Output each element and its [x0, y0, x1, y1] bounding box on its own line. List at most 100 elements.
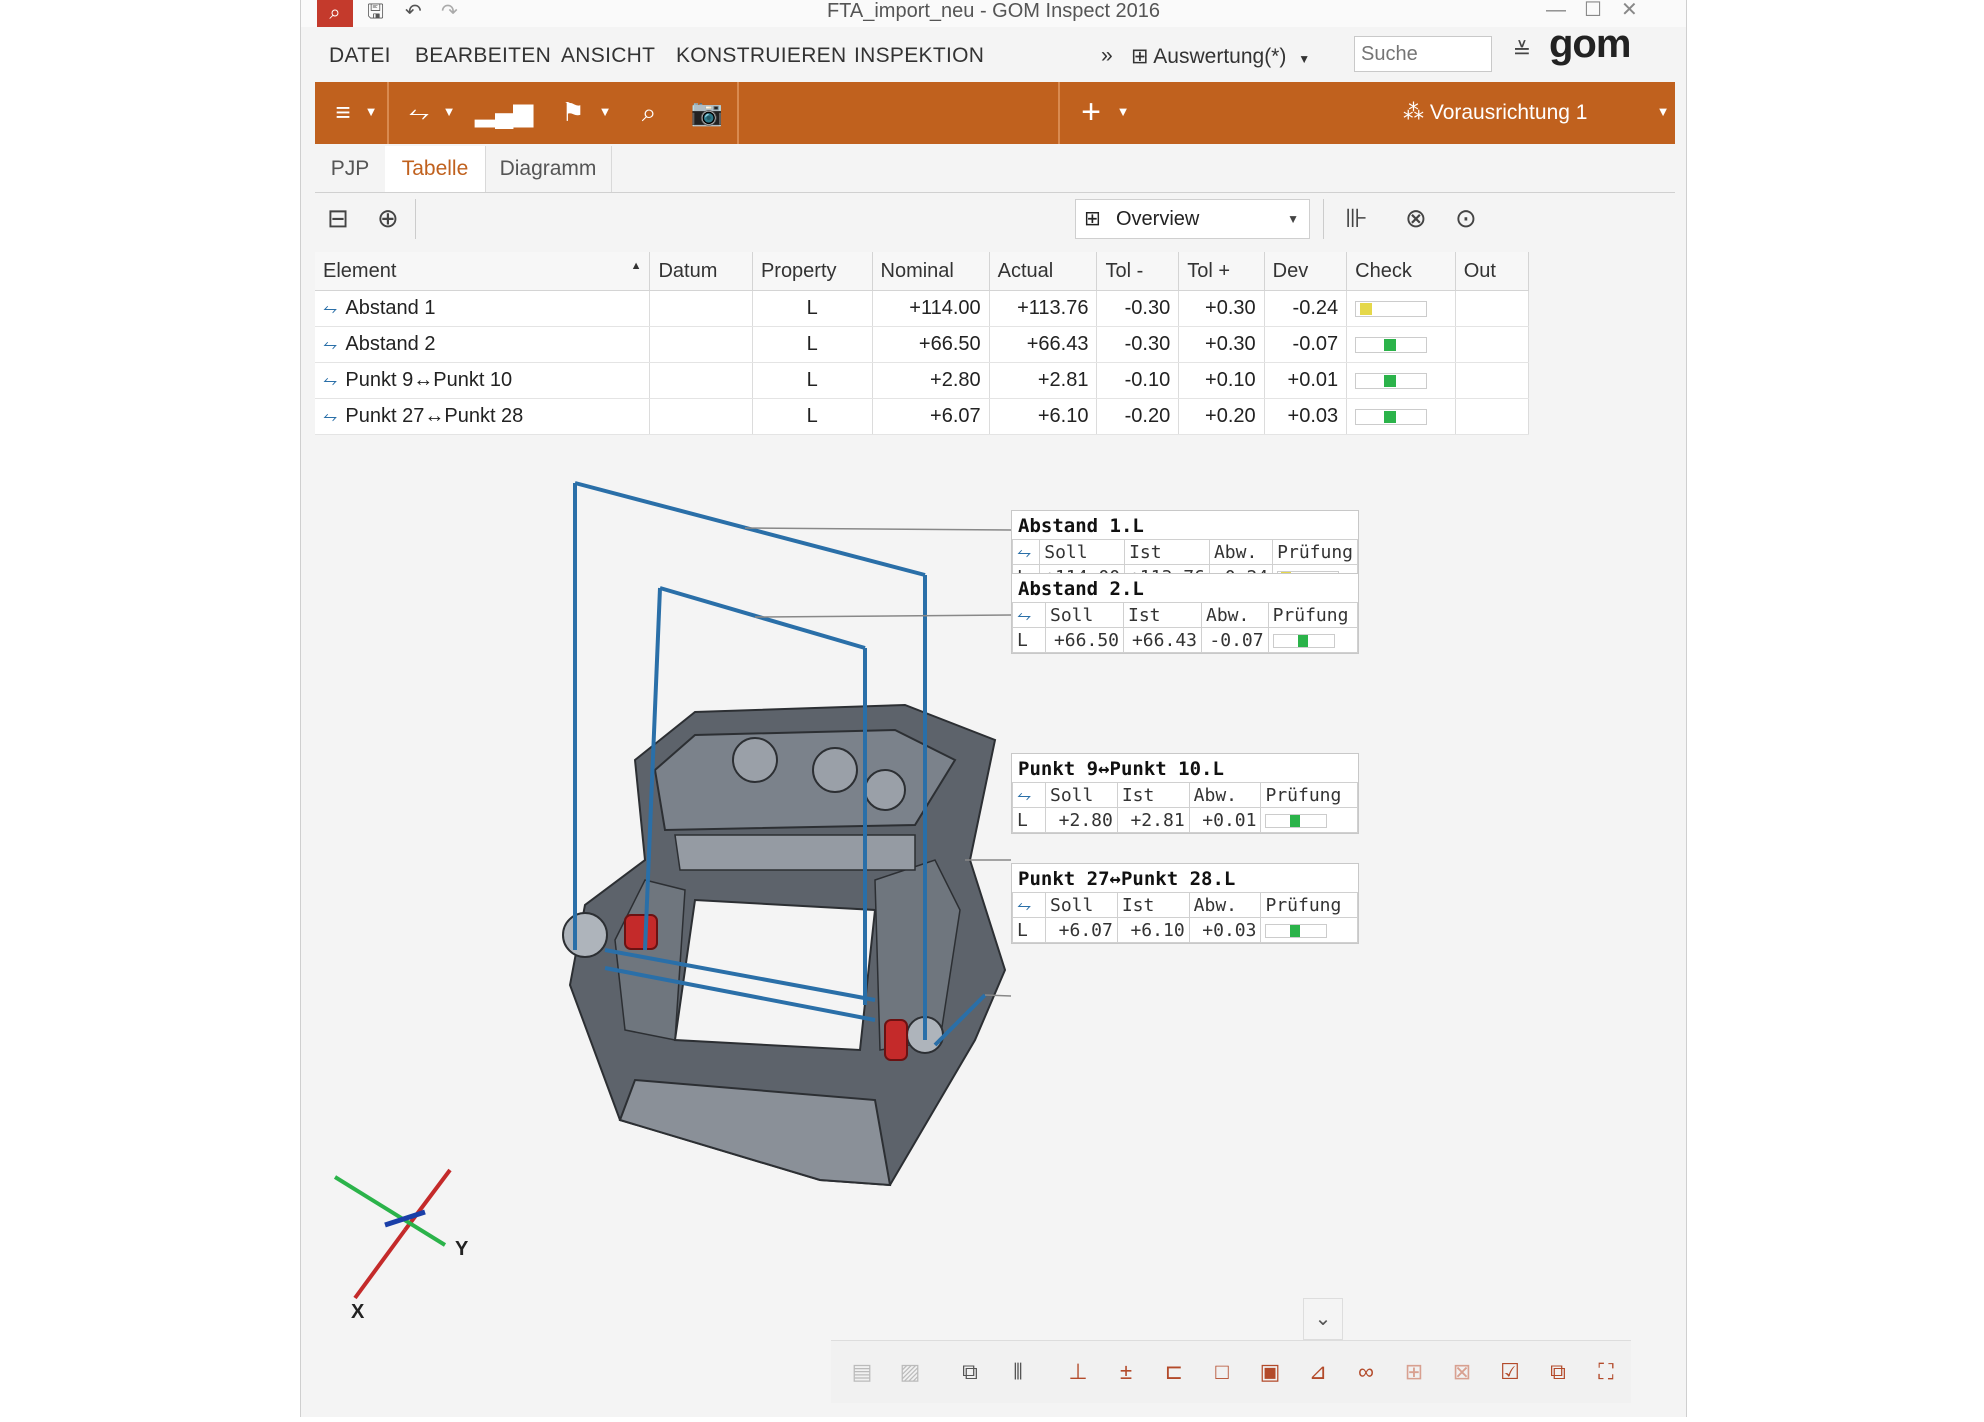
check-status-ok: [1384, 410, 1397, 423]
measured-part[interactable]: [562, 703, 1007, 1187]
alignment-dropdown[interactable]: ⁂ Vorausrichtung 1: [1403, 100, 1587, 125]
chevron-down-icon[interactable]: ▼: [441, 94, 457, 130]
filter-icon[interactable]: ⊗: [1405, 203, 1427, 234]
header-pruefung: Prüfung: [1260, 782, 1358, 808]
angle-icon[interactable]: ⊿: [1299, 1353, 1337, 1391]
menu-datei[interactable]: DATEI: [329, 44, 391, 68]
col-element[interactable]: Element ▲: [315, 252, 651, 291]
distance-icon[interactable]: ∞: [1347, 1353, 1385, 1391]
col-property[interactable]: Property: [752, 252, 873, 291]
separator: [415, 199, 416, 239]
property-value: L: [1012, 807, 1046, 833]
soll-value: +6.07: [1045, 917, 1118, 943]
header-soll: Soll: [1039, 539, 1126, 565]
axis-triad: X Y: [333, 1168, 469, 1323]
distance-element-icon: ⥊: [323, 406, 338, 426]
table-row[interactable]: ⥊ Abstand 2 L +66.50 +66.43 -0.30 +0.30 -0.07: [315, 326, 1530, 363]
view-select[interactable]: ⊞ Overview ▼: [1075, 199, 1310, 239]
table-row[interactable]: ⥊ Abstand 1 L +114.00 +113.76 -0.30 +0.30 -0.24: [315, 290, 1530, 327]
menu-ansicht[interactable]: ANSICHT: [561, 44, 655, 68]
tab-pjp[interactable]: PJP: [315, 146, 386, 192]
cell-element: ⥊ Punkt 27↔Punkt 28: [315, 398, 651, 435]
soll-value: +66.50: [1045, 627, 1124, 653]
export-table-icon[interactable]: ⊟: [327, 203, 349, 234]
tab-diagramm[interactable]: Diagramm: [485, 146, 612, 192]
close-icon[interactable]: ✕: [1621, 0, 1638, 20]
cell-tol-minus: -0.30: [1096, 326, 1180, 363]
abw-value: +0.03: [1188, 917, 1262, 943]
col-out[interactable]: Out: [1455, 252, 1530, 291]
cell-out: [1455, 398, 1530, 435]
add-icon[interactable]: +: [1071, 94, 1111, 130]
align-icon[interactable]: ⛶: [1587, 1353, 1625, 1391]
fit-view-icon[interactable]: ⧉: [951, 1353, 989, 1391]
auswertung-dropdown[interactable]: ⊞ Auswertung(*) ▼: [1131, 44, 1310, 69]
clip-icon[interactable]: ▨: [891, 1353, 929, 1391]
section-icon[interactable]: ⫴: [999, 1353, 1037, 1391]
menu-inspektion[interactable]: INSPEKTION: [854, 44, 984, 68]
cell-actual: +6.10: [989, 398, 1098, 435]
check-status-ok: [1297, 634, 1308, 647]
copy-icon[interactable]: ⧉: [1539, 1353, 1577, 1391]
sort-asc-icon: ▲: [630, 259, 642, 272]
measurement-label[interactable]: Punkt 9↔Punkt 10.L ⥊ Soll Ist Abw. Prüfung L +2…: [1011, 753, 1359, 834]
separator: [1323, 199, 1324, 239]
label-flag-icon[interactable]: ⚑: [553, 94, 593, 130]
menu-overflow[interactable]: »: [1101, 44, 1113, 68]
cell-out: [1455, 290, 1530, 327]
distance-element-icon: ⥊: [1012, 602, 1046, 628]
title-bar: ⌕ 🖫 ↶ ↷ FTA_import_neu - GOM Inspect 201…: [301, 0, 1686, 27]
cell-tol-minus: -0.10: [1096, 362, 1180, 399]
part-view[interactable]: X Y: [315, 440, 1675, 1417]
col-dev[interactable]: Dev: [1264, 252, 1348, 291]
hamburger-menu-icon[interactable]: ≡: [325, 94, 361, 130]
col-datum[interactable]: Datum: [649, 252, 753, 291]
menu-bearbeiten[interactable]: BEARBEITEN: [415, 44, 551, 68]
3d-viewport[interactable]: X Y Abstand 1.L⥊SollIstAbw.PrüfungL+114.…: [315, 440, 1675, 1417]
chevron-down-icon[interactable]: ▼: [363, 94, 379, 130]
chevron-down-icon[interactable]: ▼: [597, 94, 613, 130]
surface-icon[interactable]: ▣: [1251, 1353, 1289, 1391]
cell-element: ⥊ Abstand 2: [315, 326, 651, 363]
col-nominal[interactable]: Nominal: [872, 252, 990, 291]
col-actual[interactable]: Actual: [989, 252, 1098, 291]
check-icon[interactable]: ⊠: [1443, 1353, 1481, 1391]
deviation-icon[interactable]: ⊞: [1395, 1353, 1433, 1391]
y-axis: [333, 1175, 447, 1247]
distance-element-icon: ⥊: [323, 334, 338, 354]
header-abw: Abw.: [1208, 539, 1274, 565]
col-tol-minus[interactable]: Tol -: [1096, 252, 1180, 291]
minimize-icon[interactable]: —: [1546, 0, 1566, 20]
expand-toolbar-icon[interactable]: ⌄: [1303, 1298, 1343, 1340]
menu-konstruieren[interactable]: KONSTRUIEREN: [676, 44, 846, 68]
chevron-down-icon[interactable]: ▼: [1655, 94, 1671, 130]
view-tabs: PJP Tabelle Diagramm: [315, 146, 1675, 193]
maximize-icon[interactable]: ☐: [1584, 0, 1602, 20]
chevron-down-icon[interactable]: ▼: [1115, 94, 1131, 130]
plane-icon[interactable]: ±: [1107, 1353, 1145, 1391]
cylinder-icon[interactable]: ⊏: [1155, 1353, 1193, 1391]
expand-icon[interactable]: ⊙: [1455, 203, 1477, 234]
rectangle-icon[interactable]: □: [1203, 1353, 1241, 1391]
bar-chart-icon[interactable]: ▂▄▆: [475, 94, 533, 130]
point-icon[interactable]: ⊥: [1059, 1353, 1097, 1391]
pruefung-indicator: [1267, 627, 1359, 653]
col-check[interactable]: Check: [1346, 252, 1456, 291]
table-row[interactable]: ⥊ Punkt 27↔Punkt 28 L +6.07 +6.10 -0.20 +0.20 +…: [315, 398, 1530, 435]
check-status-indicator: [1355, 372, 1428, 389]
search-options-icon[interactable]: ≚: [1506, 38, 1538, 72]
chevron-down-icon[interactable]: ▼: [519, 94, 535, 130]
measure-icon[interactable]: ⥊: [399, 94, 439, 130]
col-tol-plus[interactable]: Tol +: [1178, 252, 1265, 291]
measurement-label[interactable]: Punkt 27↔Punkt 28.L ⥊ Soll Ist Abw. Prüfung L +…: [1011, 863, 1359, 944]
grid-view-icon[interactable]: ▤: [843, 1353, 881, 1391]
measurement-label[interactable]: Abstand 2.L ⥊ Soll Ist Abw. Prüfung L +66.50 +66…: [1011, 573, 1359, 654]
column-settings-icon[interactable]: ⊪: [1345, 203, 1368, 234]
table-row[interactable]: ⥊ Punkt 9↔Punkt 10 L +2.80 +2.81 -0.10 +0.10 +0…: [315, 362, 1530, 399]
camera-icon[interactable]: 📷: [687, 94, 727, 130]
zoom-icon[interactable]: ⌕: [629, 94, 669, 130]
globe-icon[interactable]: ⊕: [377, 203, 399, 234]
report-check-icon[interactable]: ☑: [1491, 1353, 1529, 1391]
tab-tabelle[interactable]: Tabelle: [385, 146, 486, 192]
search-input[interactable]: [1354, 36, 1492, 72]
